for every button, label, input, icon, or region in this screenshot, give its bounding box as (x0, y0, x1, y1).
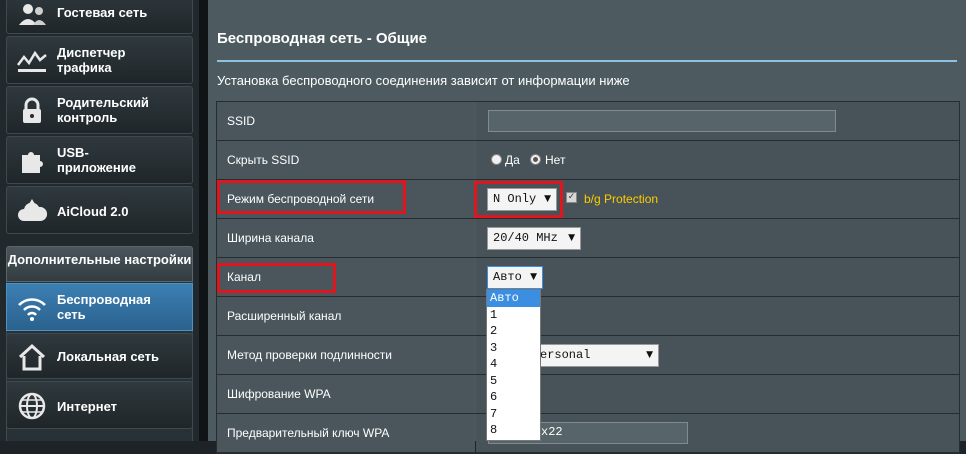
channel-width-label: Ширина канала (217, 219, 475, 257)
sidebar-item-label: Диспетчер трафика (57, 45, 126, 75)
ssid-label: SSID (217, 102, 475, 140)
sidebar-item-label: Локальная сеть (57, 349, 159, 364)
lock-icon (23, 97, 41, 123)
title-underline (217, 60, 957, 62)
hide-ssid-no-label: Нет (545, 153, 566, 167)
home-icon (18, 343, 46, 371)
channel-option-1[interactable]: 1 (487, 307, 540, 324)
auth-method-value: ersonal (540, 348, 591, 362)
sidebar-item-label: Гостевая сеть (57, 5, 148, 20)
wireless-mode-label-highlight (217, 180, 406, 214)
sidebar-item-wireless[interactable]: Беспроводная сеть (6, 283, 193, 331)
auth-method-label: Метод проверки подлинности (217, 336, 475, 374)
hide-ssid-yes-label: Да (505, 153, 520, 167)
cloud-icon (18, 199, 48, 221)
table-row: Предварительный ключ WPA x22 (217, 414, 959, 453)
guest-network-icon (19, 4, 46, 25)
extended-channel-value-cell (476, 297, 959, 335)
traffic-manager-icon (17, 50, 47, 72)
sidebar-item-label: USB-приложение (57, 145, 136, 175)
chevron-down-icon: ▼ (530, 272, 537, 282)
wpa-key-value: x22 (541, 425, 563, 439)
bg-protection-label: b/g Protection (584, 192, 659, 206)
auth-method-value-cell: ersonal ▼ (476, 336, 959, 374)
channel-option-3[interactable]: 3 (487, 340, 540, 357)
sidebar-item-label: Интернет (57, 399, 118, 414)
chevron-down-icon: ▼ (568, 233, 575, 243)
table-row: Метод проверки подлинности ersonal ▼ (217, 336, 959, 375)
sidebar-item-traffic-manager[interactable]: Диспетчер трафика (6, 36, 193, 84)
channel-value-cell: Авто ▼ (476, 258, 959, 296)
sidebar-item-aicloud[interactable]: AiCloud 2.0 (6, 186, 193, 234)
channel-width-select[interactable]: 20/40 MHz ▼ (487, 227, 581, 250)
channel-select[interactable]: Авто ▼ (487, 266, 543, 289)
table-row: Скрыть SSID Да Нет (217, 141, 959, 180)
table-row: SSID (217, 102, 959, 141)
channel-option-7[interactable]: 7 (487, 406, 540, 423)
sidebar-item-label: Родительский контроль (57, 95, 149, 125)
wifi-icon (18, 298, 46, 321)
wpa-encryption-value-cell (476, 375, 959, 413)
ssid-input[interactable] (488, 110, 836, 132)
page-description: Установка беспроводного соединения завис… (217, 73, 630, 88)
channel-value: Авто (493, 270, 522, 284)
globe-icon (18, 392, 46, 420)
sidebar-item-label: Беспроводная сеть (57, 292, 151, 322)
channel-width-value: 20/40 MHz (493, 231, 558, 245)
wpa-encryption-label: Шифрование WPA (217, 375, 475, 413)
table-row: Ширина канала 20/40 MHz ▼ (217, 219, 959, 258)
channel-dropdown-list: Авто 1 2 3 4 5 6 7 8 (486, 289, 541, 441)
sidebar-item-parental-control[interactable]: Родительский контроль (6, 86, 193, 134)
wpa-key-label: Предварительный ключ WPA (217, 414, 475, 452)
channel-option-auto[interactable]: Авто (487, 290, 540, 307)
hide-ssid-value-cell: Да Нет (476, 141, 959, 179)
table-row: Шифрование WPA (217, 375, 959, 414)
channel-option-4[interactable]: 4 (487, 356, 540, 373)
sidebar-item-internet[interactable]: Интернет (6, 381, 193, 429)
wireless-mode-select-highlight (474, 181, 563, 218)
puzzle-icon (22, 152, 43, 173)
channel-option-6[interactable]: 6 (487, 389, 540, 406)
sidebar-item-lan[interactable]: Локальная сеть (6, 333, 193, 379)
channel-width-value-cell: 20/40 MHz ▼ (476, 219, 959, 257)
channel-label-highlight (217, 263, 336, 293)
divider (199, 0, 208, 441)
channel-option-8[interactable]: 8 (487, 422, 540, 439)
wpa-key-value-cell: x22 (476, 414, 959, 452)
main-content: Беспроводная сеть - Общие Установка бесп… (208, 0, 966, 454)
page-title: Беспроводная сеть - Общие (217, 30, 428, 47)
hide-ssid-yes-radio[interactable] (491, 154, 502, 165)
sidebar: Гостевая сеть Диспетчер трафика Родитель… (0, 0, 199, 441)
bg-protection-checkbox[interactable]: ✓ (566, 192, 577, 203)
advanced-settings-title: Дополнительные настройки (7, 252, 192, 267)
sidebar-item-usb-application[interactable]: USB-приложение (6, 136, 193, 184)
table-row: Расширенный канал (217, 297, 959, 336)
channel-option-2[interactable]: 2 (487, 323, 540, 340)
sidebar-item-guest-network[interactable]: Гостевая сеть (6, 0, 193, 34)
channel-option-5[interactable]: 5 (487, 373, 540, 390)
advanced-settings-header: Дополнительные настройки (6, 246, 193, 282)
extended-channel-label: Расширенный канал (217, 297, 475, 335)
hide-ssid-label: Скрыть SSID (217, 141, 475, 179)
sidebar-item-label: AiCloud 2.0 (57, 204, 129, 219)
ssid-value-cell (476, 102, 959, 140)
chevron-down-icon: ▼ (646, 350, 653, 360)
hide-ssid-no-radio[interactable] (530, 154, 541, 165)
